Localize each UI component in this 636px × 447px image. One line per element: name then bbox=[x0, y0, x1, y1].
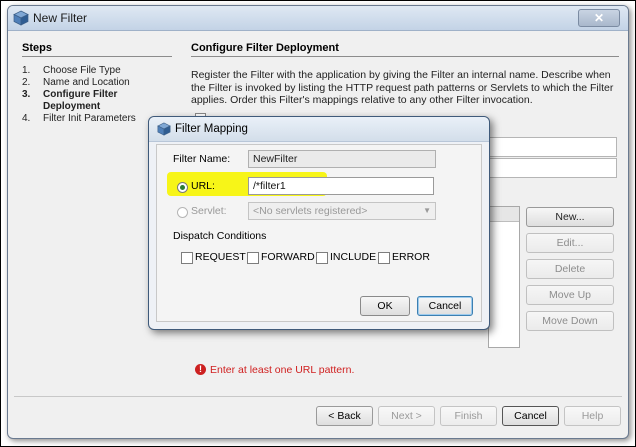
url-radio[interactable] bbox=[177, 182, 188, 193]
cube-icon bbox=[157, 122, 171, 136]
screenshot-frame: New Filter ✕ Steps 1. Choose File Type 2… bbox=[0, 0, 636, 447]
step-item-current: 3. Configure Filter Deployment bbox=[22, 89, 182, 113]
request-label: REQUEST bbox=[195, 251, 246, 263]
window-titlebar: New Filter ✕ bbox=[8, 6, 628, 31]
edit-mapping-button[interactable]: Edit... bbox=[526, 233, 614, 253]
close-icon: ✕ bbox=[593, 11, 605, 25]
page-description: Register the Filter with the application… bbox=[191, 69, 614, 106]
step-item: 1. Choose File Type bbox=[22, 65, 182, 77]
dispatch-conditions-label: Dispatch Conditions bbox=[173, 230, 267, 242]
step-item: 2. Name and Location bbox=[22, 77, 182, 89]
include-checkbox[interactable] bbox=[316, 252, 328, 264]
step-label: Filter Init Parameters bbox=[43, 113, 136, 124]
page-title: Configure Filter Deployment bbox=[191, 42, 339, 54]
dialog-titlebar: Filter Mapping bbox=[149, 117, 489, 142]
error-message: Enter at least one URL pattern. bbox=[210, 364, 355, 376]
cancel-button[interactable]: Cancel bbox=[502, 406, 559, 426]
finish-button[interactable]: Finish bbox=[440, 406, 497, 426]
step-label: Choose File Type bbox=[43, 65, 121, 76]
filter-name-field[interactable] bbox=[488, 137, 617, 157]
servlet-label: Servlet: bbox=[191, 205, 227, 217]
error-icon: ! bbox=[195, 364, 206, 375]
forward-label: FORWARD bbox=[261, 251, 315, 263]
forward-checkbox[interactable] bbox=[247, 252, 259, 264]
radio-selected-dot bbox=[180, 185, 185, 190]
next-button[interactable]: Next > bbox=[378, 406, 435, 426]
move-up-button[interactable]: Move Up bbox=[526, 285, 614, 305]
error-checkbox[interactable] bbox=[378, 252, 390, 264]
table-header bbox=[489, 207, 519, 222]
close-button[interactable]: ✕ bbox=[578, 9, 620, 27]
request-checkbox[interactable] bbox=[181, 252, 193, 264]
servlet-select[interactable]: <No servlets registered> ▼ bbox=[248, 202, 436, 220]
ok-button[interactable]: OK bbox=[360, 296, 410, 316]
help-button[interactable]: Help bbox=[564, 406, 621, 426]
chevron-down-icon: ▼ bbox=[423, 206, 431, 215]
window-title: New Filter bbox=[33, 11, 88, 25]
dialog-body: Filter Name: NewFilter URL: /*filter1 Se… bbox=[156, 144, 482, 322]
filter-name-label: Filter Name: bbox=[173, 153, 231, 165]
back-button[interactable]: < Back bbox=[316, 406, 373, 426]
dialog-title: Filter Mapping bbox=[175, 123, 248, 135]
filter-mapping-dialog: Filter Mapping Filter Name: NewFilter UR… bbox=[148, 116, 490, 330]
title-divider bbox=[191, 56, 619, 57]
filter-name-readonly: NewFilter bbox=[248, 150, 436, 168]
url-input[interactable]: /*filter1 bbox=[248, 177, 434, 195]
filter-class-field[interactable] bbox=[488, 158, 617, 178]
cube-icon bbox=[13, 10, 29, 26]
steps-heading: Steps bbox=[22, 42, 52, 54]
step-label: Name and Location bbox=[43, 77, 130, 88]
servlet-select-value: <No servlets registered> bbox=[253, 205, 368, 217]
servlet-radio[interactable] bbox=[177, 207, 188, 218]
new-mapping-button[interactable]: New... bbox=[526, 207, 614, 227]
footer-divider bbox=[14, 396, 622, 397]
include-label: INCLUDE bbox=[330, 251, 377, 263]
steps-divider bbox=[22, 56, 172, 57]
error-label: ERROR bbox=[392, 251, 430, 263]
delete-mapping-button[interactable]: Delete bbox=[526, 259, 614, 279]
url-label: URL: bbox=[191, 180, 215, 192]
move-down-button[interactable]: Move Down bbox=[526, 311, 614, 331]
step-label: Configure Filter Deployment bbox=[43, 89, 118, 112]
dialog-cancel-button[interactable]: Cancel bbox=[417, 296, 473, 316]
filter-mappings-table[interactable] bbox=[488, 206, 520, 348]
